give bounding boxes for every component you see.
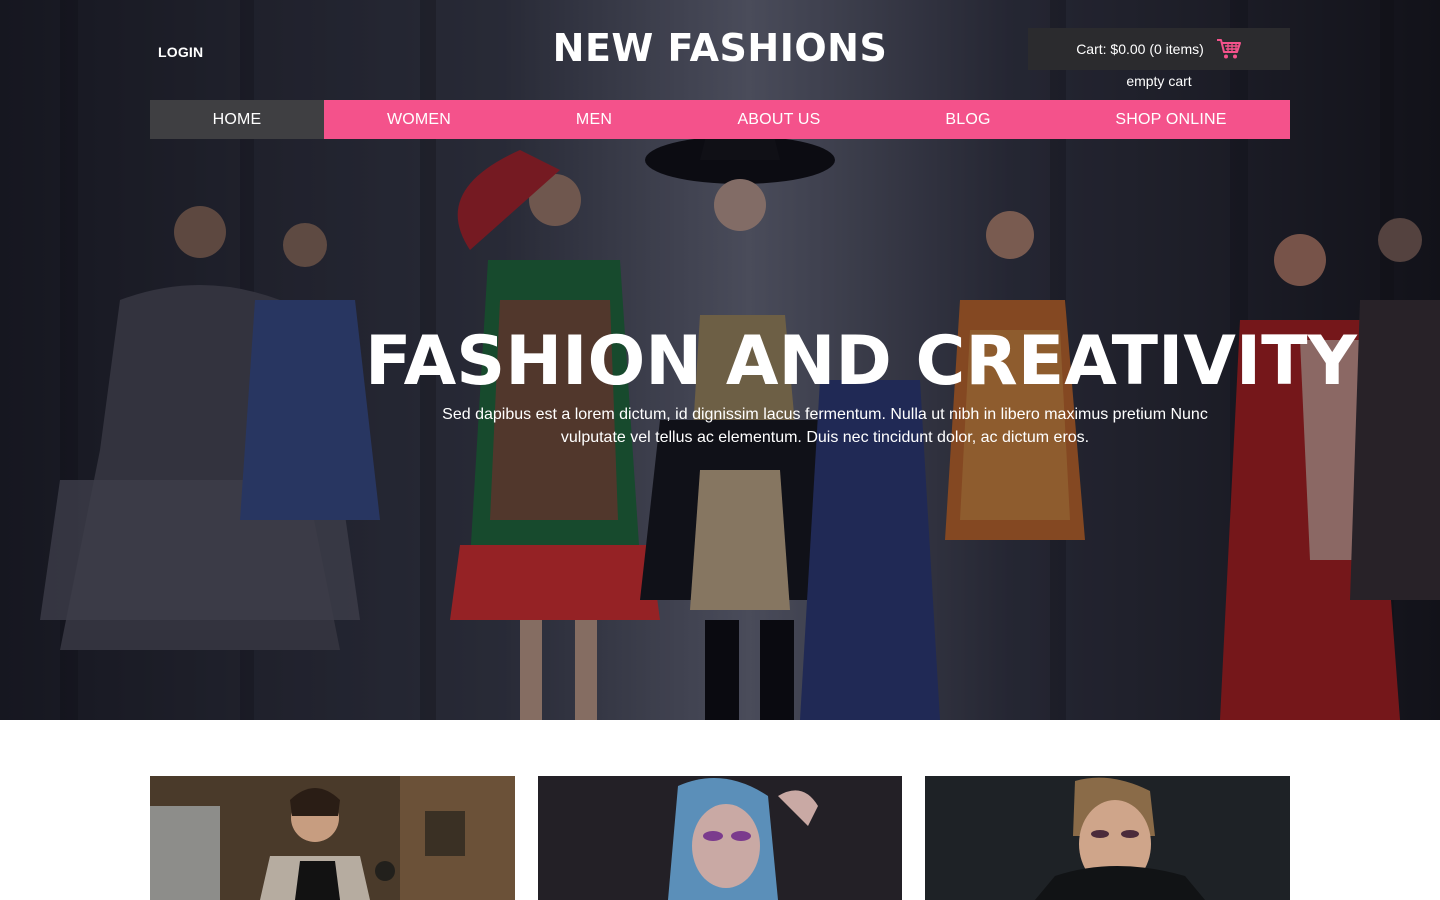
nav-item-shop-online[interactable]: SHOP ONLINE <box>1052 100 1290 139</box>
card-image-blue-hair-model <box>538 776 902 900</box>
card-image-model-studio <box>150 776 515 900</box>
hero-title: FASHION AND CREATIVITY <box>365 322 1357 401</box>
nav-item-men[interactable]: MEN <box>514 100 674 139</box>
cart-button[interactable]: Cart: $0.00 (0 items) <box>1028 28 1290 70</box>
card-image-portrait-model <box>925 776 1290 900</box>
feature-cards <box>150 776 1290 900</box>
nav-item-about-us[interactable]: ABOUT US <box>674 100 884 139</box>
feature-card-1[interactable] <box>150 776 515 900</box>
cart-summary: Cart: $0.00 (0 items) <box>1076 41 1204 57</box>
nav-item-blog[interactable]: BLOG <box>884 100 1052 139</box>
main-nav: HOME WOMEN MEN ABOUT US BLOG SHOP ONLINE <box>150 100 1290 139</box>
cart-status: empty cart <box>1126 73 1192 89</box>
shopping-cart-icon <box>1216 38 1242 60</box>
feature-card-3[interactable] <box>925 776 1290 900</box>
nav-item-women[interactable]: WOMEN <box>324 100 514 139</box>
nav-item-home[interactable]: HOME <box>150 100 324 139</box>
hero-subtitle: Sed dapibus est a lorem dictum, id digni… <box>442 406 1208 446</box>
feature-card-2[interactable] <box>538 776 902 900</box>
